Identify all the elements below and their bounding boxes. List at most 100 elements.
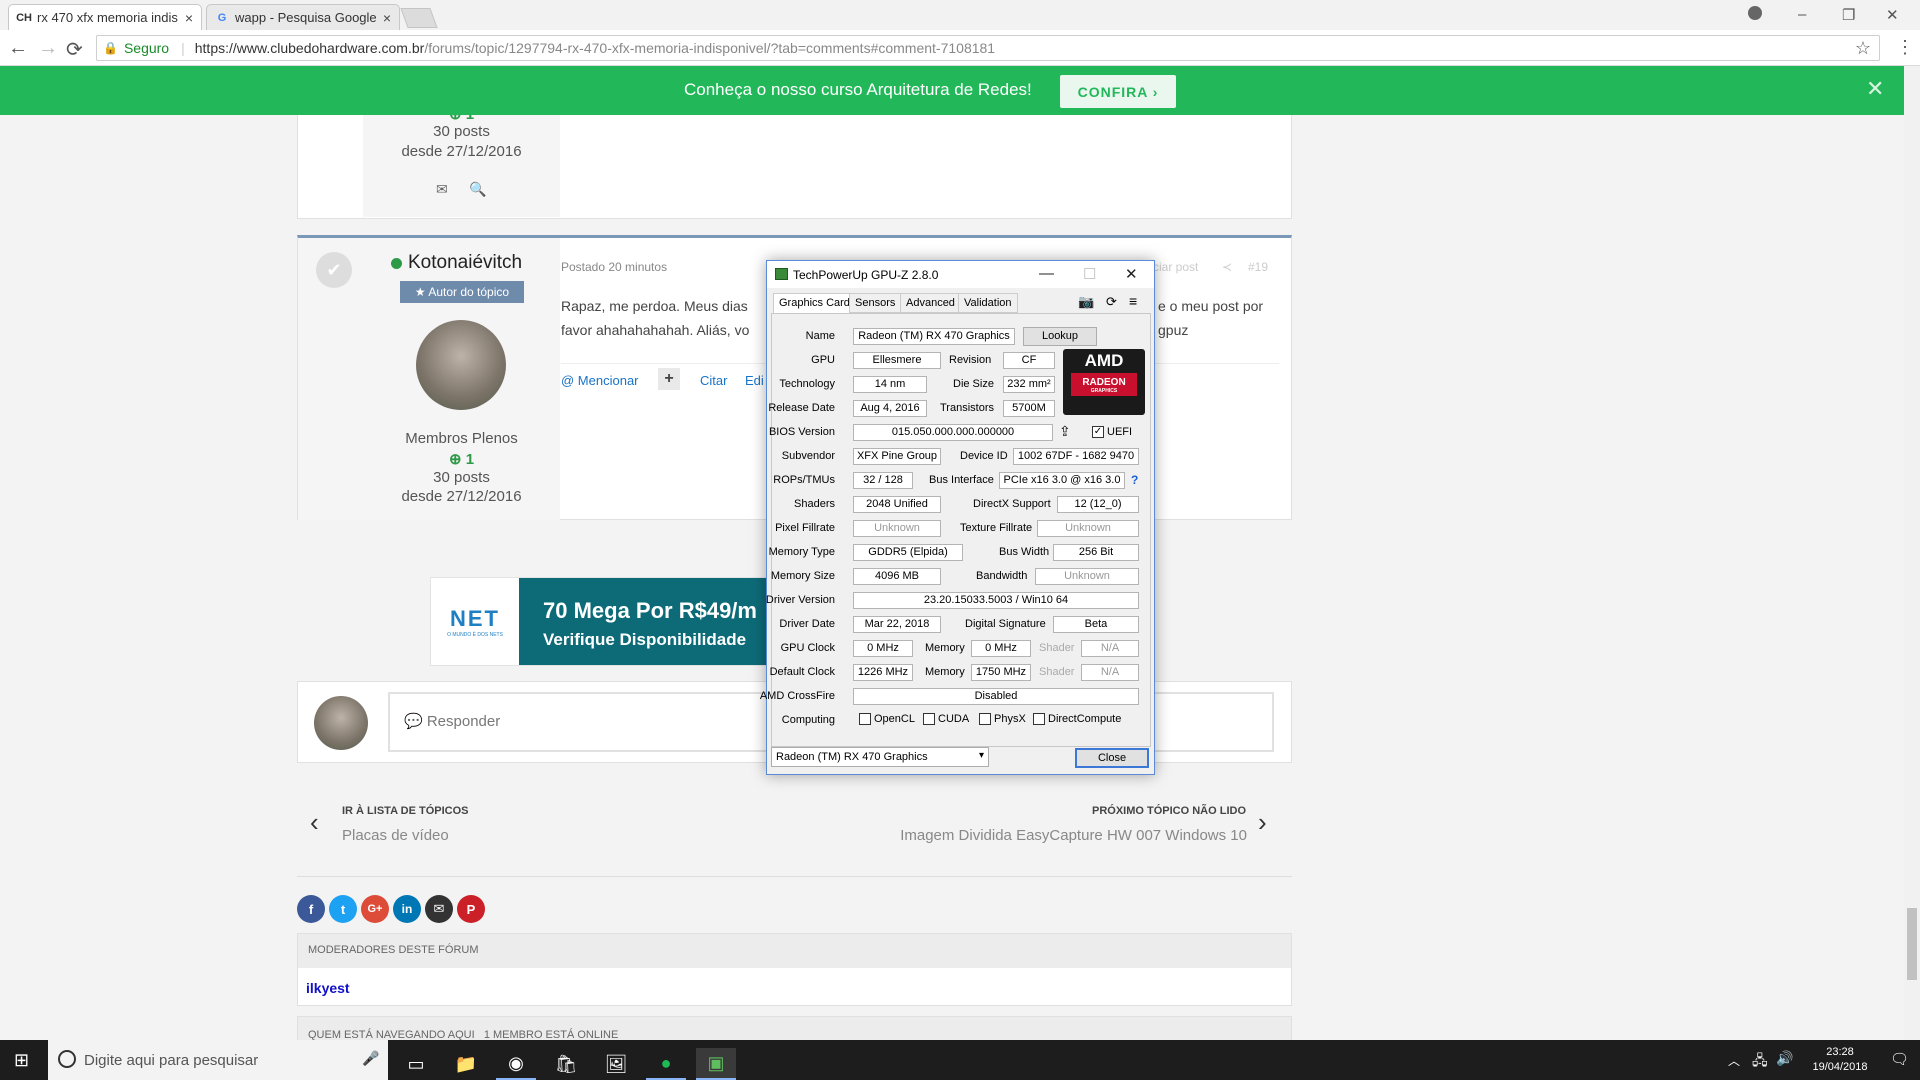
- security-label: Seguro: [123, 40, 170, 56]
- notifications-icon[interactable]: 🗨: [1890, 1050, 1909, 1068]
- next-topic-link[interactable]: Imagem Dividida EasyCapture HW 007 Windo…: [900, 827, 1247, 844]
- help-icon[interactable]: ?: [1131, 473, 1138, 487]
- label-shaders: Shaders: [794, 498, 835, 510]
- moderator-link[interactable]: ilkyest: [306, 980, 350, 996]
- online-status-icon: [391, 257, 402, 269]
- pinterest-icon[interactable]: P: [457, 895, 485, 923]
- default-clock-value: 1226 MHz: [853, 664, 913, 681]
- maximize-icon[interactable]: ☐: [1083, 265, 1096, 283]
- tab-google-search[interactable]: G wapp - Pesquisa Google ×: [206, 4, 400, 30]
- refresh-icon[interactable]: ⟳: [1106, 294, 1117, 310]
- share-post-link[interactable]: ciar post: [1153, 260, 1198, 274]
- avatar[interactable]: [416, 320, 506, 410]
- close-icon[interactable]: ✕: [1125, 265, 1138, 283]
- linkedin-icon[interactable]: in: [393, 895, 421, 923]
- reload-icon[interactable]: ⟳: [66, 37, 83, 62]
- mention-button[interactable]: @ Mencionar: [561, 373, 639, 388]
- lookup-button[interactable]: Lookup: [1023, 327, 1097, 346]
- tab-validation[interactable]: Validation: [958, 293, 1018, 313]
- gpuz-taskbar-icon[interactable]: ▣: [696, 1048, 736, 1080]
- transistors-value: 5700M: [1003, 400, 1055, 417]
- rops-value: 32 / 128: [853, 472, 913, 489]
- store-icon[interactable]: 🛍: [546, 1048, 586, 1080]
- multiquote-button[interactable]: +: [658, 368, 680, 390]
- tab-advanced[interactable]: Advanced: [900, 293, 961, 313]
- directx-value: 12 (12_0): [1057, 496, 1139, 513]
- menu-icon[interactable]: ≡: [1129, 293, 1137, 309]
- taskbar-search[interactable]: Digite aqui para pesquisar 🎤: [48, 1040, 388, 1080]
- label-bus-interface: Bus Interface: [929, 474, 994, 486]
- checkbox-checked-icon: ✓: [1092, 426, 1104, 439]
- cortana-icon: [58, 1050, 76, 1068]
- close-banner-icon[interactable]: ✕: [1866, 76, 1884, 102]
- tab-title: rx 470 xfx memoria indis: [37, 10, 178, 25]
- author-name[interactable]: Kotonaiévitch: [391, 252, 522, 274]
- file-explorer-icon[interactable]: 📁: [446, 1048, 486, 1080]
- gpuz-titlebar[interactable]: TechPowerUp GPU-Z 2.8.0 — ☐ ✕: [767, 261, 1154, 288]
- clock[interactable]: 23:28 19/04/2018: [1800, 1045, 1880, 1075]
- new-tab-button[interactable]: [400, 8, 438, 28]
- email-icon[interactable]: ✉: [425, 895, 453, 923]
- network-icon[interactable]: 🖧: [1752, 1050, 1768, 1074]
- facebook-icon[interactable]: f: [297, 895, 325, 923]
- tab-sensors[interactable]: Sensors: [849, 293, 902, 313]
- message-icon[interactable]: ✉: [436, 181, 448, 198]
- close-tab-icon[interactable]: ×: [185, 10, 193, 26]
- post-number[interactable]: #19: [1248, 260, 1268, 274]
- pixel-fillrate-value: Unknown: [853, 520, 941, 537]
- label-device-id: Device ID: [960, 450, 1008, 462]
- net-advertisement[interactable]: NET O MUNDO É DOS NETS 70 Mega Por R$49/…: [430, 577, 792, 666]
- chevron-left-icon[interactable]: ‹: [310, 807, 319, 838]
- tab-graphics-card[interactable]: Graphics Card: [773, 293, 856, 314]
- chevron-right-icon[interactable]: ›: [1258, 807, 1267, 838]
- gpu-value: Ellesmere: [853, 352, 941, 369]
- quote-button[interactable]: Citar: [700, 373, 727, 388]
- close-tab-icon[interactable]: ×: [383, 10, 391, 26]
- photos-app-icon[interactable]: 🖼: [596, 1048, 636, 1080]
- camera-icon[interactable]: 📷: [1078, 294, 1094, 310]
- ad-subtitle: Verifique Disponibilidade: [543, 630, 747, 649]
- label-texture-fillrate: Texture Fillrate: [960, 522, 1033, 534]
- profile-icon[interactable]: [1748, 6, 1762, 20]
- digital-signature-value: Beta: [1053, 616, 1139, 633]
- google-plus-icon[interactable]: G+: [361, 895, 389, 923]
- chevron-up-icon[interactable]: ︿: [1728, 1052, 1740, 1069]
- bookmark-star-icon[interactable]: ☆: [1855, 38, 1871, 59]
- prev-topic-link[interactable]: Placas de vídeo: [342, 827, 449, 844]
- microphone-icon[interactable]: 🎤: [362, 1050, 379, 1067]
- close-button[interactable]: Close: [1075, 748, 1149, 768]
- chrome-menu-icon[interactable]: ⋮: [1896, 37, 1914, 58]
- device-id-value: 1002 67DF - 1682 9470: [1013, 448, 1139, 465]
- back-icon[interactable]: ←: [8, 37, 28, 60]
- gpu-select-dropdown[interactable]: Radeon (TM) RX 470 Graphics ▾: [771, 747, 989, 767]
- gpuz-title: TechPowerUp GPU-Z 2.8.0: [793, 267, 939, 282]
- windows-start-icon[interactable]: ⊞: [14, 1050, 29, 1071]
- url-bar[interactable]: 🔒 Seguro | https://www.clubedohardware.c…: [96, 35, 1880, 61]
- confira-button[interactable]: CONFIRA ›: [1060, 75, 1176, 108]
- tab-clubedohardware[interactable]: CH rx 470 xfx memoria indis ×: [8, 4, 202, 30]
- memory-type-value: GDDR5 (Elpida): [853, 544, 963, 561]
- forward-icon[interactable]: →: [38, 37, 58, 60]
- share-icon[interactable]: ≺: [1222, 260, 1232, 274]
- minimize-icon[interactable]: –: [1798, 6, 1806, 23]
- task-view-icon[interactable]: ▭: [396, 1048, 436, 1080]
- author-sidebar: ⊕ 1 30 posts desde 27/12/2016 ✉ 🔍: [363, 115, 560, 217]
- post-text-line-2: favor ahahahahahah. Aliás, vo: [561, 322, 750, 338]
- directcompute-checkbox: DirectCompute: [1033, 713, 1121, 726]
- label-rops: ROPs/TMUs: [773, 474, 835, 486]
- spotify-icon[interactable]: ●: [646, 1048, 686, 1080]
- close-window-icon[interactable]: ✕: [1886, 6, 1899, 24]
- volume-icon[interactable]: 🔊: [1776, 1050, 1793, 1067]
- page-scrollbar[interactable]: [1904, 66, 1920, 1040]
- post-gutter: ✔: [298, 238, 363, 520]
- chrome-icon[interactable]: ◉: [496, 1048, 536, 1080]
- search-icon[interactable]: 🔍: [469, 181, 486, 198]
- amd-radeon-logo: AMD RADEON GRAPHICS: [1063, 349, 1145, 415]
- previous-post-card: ⊕ 1 30 posts desde 27/12/2016 ✉ 🔍: [297, 115, 1292, 219]
- maximize-icon[interactable]: ❐: [1842, 6, 1855, 24]
- net-logo: NET O MUNDO É DOS NETS: [431, 578, 519, 665]
- minimize-icon[interactable]: —: [1039, 265, 1054, 282]
- share-bios-icon[interactable]: ⇪: [1059, 423, 1071, 440]
- scrollbar-thumb[interactable]: [1907, 908, 1917, 980]
- twitter-icon[interactable]: t: [329, 895, 357, 923]
